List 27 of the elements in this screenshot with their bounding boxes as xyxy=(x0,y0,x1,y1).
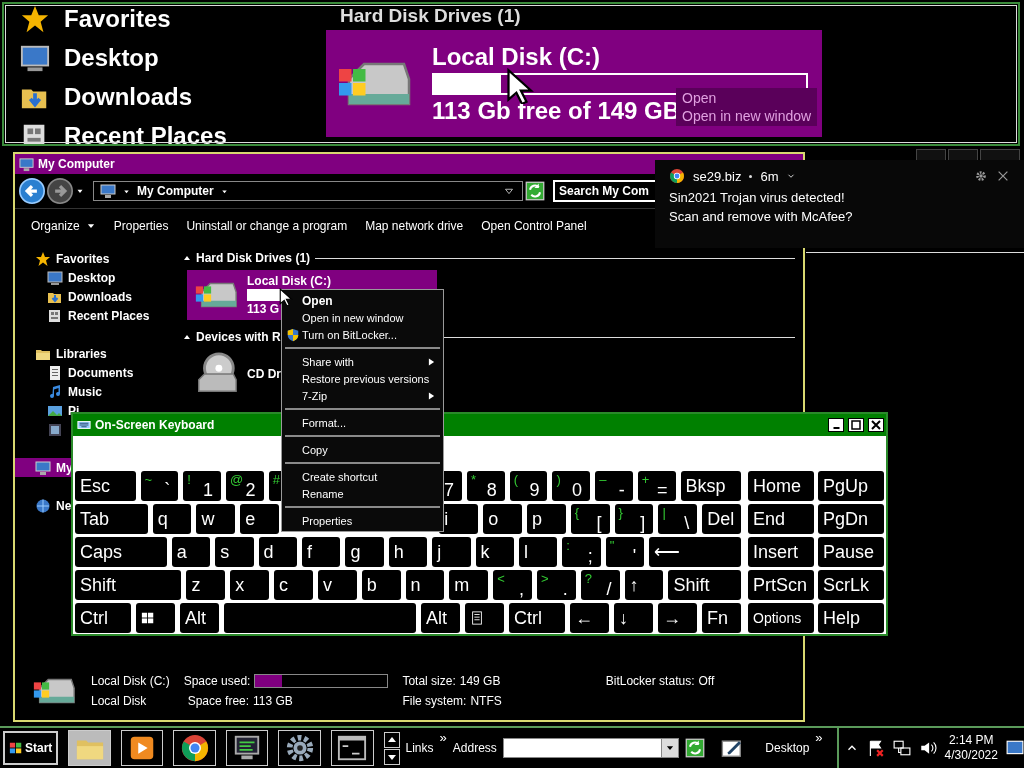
field-value: 113 GB xyxy=(253,694,293,708)
field-value: NTFS xyxy=(470,694,502,708)
address-label: Address xyxy=(452,741,497,755)
group-header: Devices with R xyxy=(196,330,281,344)
field-label: Space used: xyxy=(183,674,251,688)
window-title: On-Screen Keyboard xyxy=(95,418,215,432)
field-value: 149 GB xyxy=(459,674,501,688)
field-label: Space free: xyxy=(186,694,250,708)
notification-time: 6m xyxy=(760,168,779,184)
group-header: Hard Disk Drives (1) xyxy=(340,5,522,27)
notification-message: Scan and remove with McAfee? xyxy=(669,209,854,224)
drive-name: Local Disk (C:) xyxy=(91,674,170,688)
drive-name: CD Dr xyxy=(247,367,281,381)
field-label: Total size: xyxy=(402,674,456,688)
drive-name: Local Disk (C:) xyxy=(432,42,601,71)
sidebar-label: Desktop xyxy=(64,43,159,72)
sidebar-label: Downloads xyxy=(64,82,192,111)
group-header: Hard Disk Drives (1) xyxy=(196,251,311,265)
notification-source: se29.biz xyxy=(693,168,742,184)
field-label: File system: xyxy=(402,694,467,708)
drive-name: Local Disk (C:) xyxy=(247,274,332,288)
field-value: Off xyxy=(698,674,715,688)
field-label: BitLocker status: xyxy=(605,674,695,688)
drive-type: Local Disk xyxy=(91,694,148,708)
window-title: My Computer xyxy=(38,157,115,171)
sidebar-label: Favorites xyxy=(64,4,171,33)
notification-message: Sin2021 Trojan virus detected! xyxy=(669,190,846,205)
